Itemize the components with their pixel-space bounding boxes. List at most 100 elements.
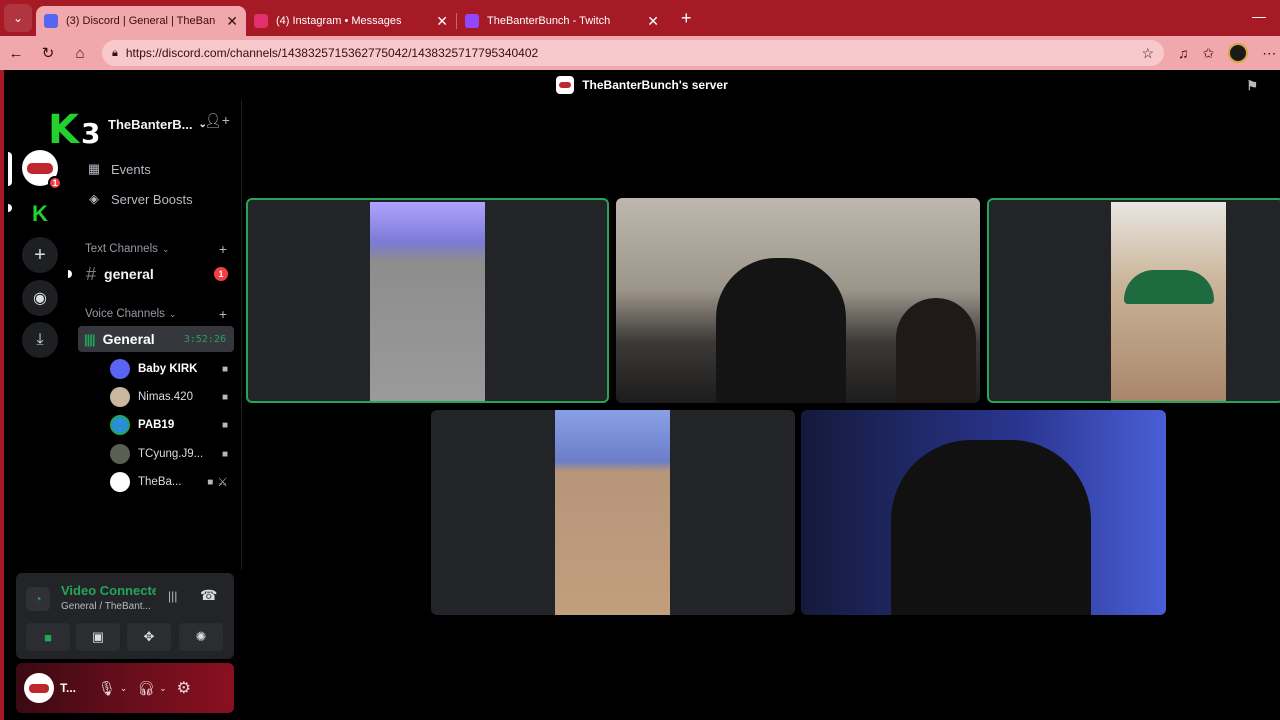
close-tab-icon[interactable]: ✕ xyxy=(226,13,238,30)
discover-compass-icon[interactable]: ◉ xyxy=(22,280,58,316)
close-tab-icon[interactable]: ✕ xyxy=(436,13,448,30)
connection-location[interactable]: General / TheBant... xyxy=(61,601,156,612)
browser-tab-discord[interactable]: (3) Discord | General | TheBan ✕ xyxy=(36,6,246,36)
server-icon xyxy=(556,76,575,94)
unread-badge: 1 xyxy=(214,267,228,281)
chevron-down-icon: ⌄ xyxy=(168,308,177,319)
video-tile[interactable] xyxy=(246,198,609,403)
add-server-icon[interactable]: + xyxy=(22,237,58,273)
voice-channel-general[interactable]: |||| General 3:52:26 xyxy=(78,326,234,352)
chevron-down-icon: ⌄ xyxy=(161,243,170,254)
member-name: TheBa... xyxy=(138,476,182,488)
video-feed xyxy=(896,298,976,403)
camera-icon: ■ xyxy=(221,391,228,403)
browser-tab-twitch[interactable]: TheBanterBunch - Twitch ✕ xyxy=(457,6,667,36)
video-tile[interactable] xyxy=(801,410,1166,615)
tab-actions-menu-button[interactable]: ⌄ xyxy=(4,4,32,32)
stream-overlay-logo: K3 xyxy=(48,107,101,153)
video-feed xyxy=(370,202,485,401)
camera-icon: ■ xyxy=(221,363,228,375)
username[interactable]: T... xyxy=(60,681,88,695)
server-icon-banterbunch[interactable]: 1 xyxy=(22,150,62,190)
close-tab-icon[interactable]: ✕ xyxy=(647,13,659,30)
voice-channels-category[interactable]: Voice Channels ⌄ + xyxy=(85,306,227,322)
avatar xyxy=(110,359,130,379)
twitch-favicon-icon xyxy=(465,14,479,28)
tab-title: TheBanterBunch - Twitch xyxy=(487,15,611,27)
chevron-down-icon[interactable]: ⌄ xyxy=(120,683,128,694)
server-name: TheBanterB... xyxy=(108,116,193,132)
browser-tab-strip: ⌄ (3) Discord | General | TheBan ✕ (4) I… xyxy=(0,0,1280,36)
avatar[interactable] xyxy=(24,673,54,703)
signal-icon[interactable]: ◔ xyxy=(26,587,50,611)
text-channels-category[interactable]: Text Channels ⌄ + xyxy=(85,241,227,257)
voice-activity-icon: |||| xyxy=(84,331,96,347)
tab-title: (4) Instagram • Messages xyxy=(276,15,402,27)
chevron-down-icon[interactable]: ⌄ xyxy=(159,683,167,694)
channel-topbar: TheBanterBunch's server ⚑ xyxy=(4,70,1280,100)
create-channel-icon[interactable]: + xyxy=(219,306,227,322)
connection-status[interactable]: Video Connected xyxy=(61,583,156,598)
disconnect-icon[interactable]: ☎ xyxy=(200,587,217,604)
voice-member[interactable]: Nimas.420 ■ xyxy=(110,385,228,409)
download-apps-icon[interactable]: ⤓ xyxy=(22,322,58,358)
back-button[interactable]: ← xyxy=(0,45,32,62)
video-tile[interactable] xyxy=(987,198,1280,403)
screen-share-button[interactable]: ▣ xyxy=(76,623,120,651)
video-tile[interactable] xyxy=(616,198,980,403)
events-link[interactable]: ▦ Events xyxy=(86,158,151,180)
events-label: Events xyxy=(111,161,151,177)
invite-people-icon[interactable]: 👤︎+ xyxy=(204,112,230,129)
server-logo-icon xyxy=(27,162,53,174)
voice-member[interactable]: Baby KIRK ■ xyxy=(110,357,228,381)
microphone-icon[interactable]: 🎙︎ xyxy=(98,680,116,697)
voice-connection-panel: ◔ Video Connected General / TheBant... |… xyxy=(16,573,234,659)
boosts-label: Server Boosts xyxy=(111,191,193,207)
call-timer: 3:52:26 xyxy=(183,333,226,345)
member-name: PAB19 xyxy=(138,419,175,431)
home-button[interactable]: ⌂ xyxy=(64,45,96,62)
lock-icon[interactable]: 🔒︎ xyxy=(112,47,118,60)
calendar-icon: ▦ xyxy=(87,161,101,176)
server-icon-k[interactable]: K xyxy=(22,196,58,232)
camera-toggle-button[interactable]: ■ xyxy=(26,623,70,651)
soundboard-button[interactable]: ✺ xyxy=(179,623,223,651)
minimize-window-button[interactable]: — xyxy=(1252,8,1266,24)
voice-member[interactable]: TheBa... ■ ⚔ xyxy=(110,470,228,494)
browser-tab-instagram[interactable]: (4) Instagram • Messages ✕ xyxy=(246,6,456,36)
noise-suppression-icon[interactable]: ||| xyxy=(168,589,177,603)
create-channel-icon[interactable]: + xyxy=(219,241,227,257)
kick-logo-icon: K xyxy=(32,201,48,226)
voice-member[interactable]: TCyung.J9... ■ xyxy=(110,442,228,466)
channel-general[interactable]: # general 1 xyxy=(82,261,232,287)
avatar xyxy=(110,472,130,492)
swords-icon: ⚔ xyxy=(217,475,228,489)
server-title: TheBanterBunch's server xyxy=(582,78,728,92)
reload-button[interactable]: ↻ xyxy=(32,44,64,62)
media-extension-icon[interactable]: ♫ xyxy=(1178,45,1189,61)
user-panel: T... 🎙︎ ⌄ 🎧︎ ⌄ ⚙ xyxy=(16,663,234,713)
settings-gear-icon[interactable]: ⚙ xyxy=(177,678,191,698)
unread-indicator xyxy=(68,270,72,278)
more-menu-icon[interactable]: ⋯ xyxy=(1262,45,1276,62)
activities-button[interactable]: ✥ xyxy=(127,623,171,651)
channel-sidebar: K3 TheBanterB... ⌄ 👤︎+ ▦ Events ◈ Server… xyxy=(48,100,242,570)
hash-icon: # xyxy=(86,263,97,284)
flag-icon[interactable]: ⚑ xyxy=(1246,78,1258,94)
video-feed xyxy=(555,410,670,615)
instagram-favicon-icon xyxy=(254,14,268,28)
favorite-star-icon[interactable]: ☆ xyxy=(1141,45,1154,62)
video-feed xyxy=(716,258,846,403)
unread-pill xyxy=(8,204,12,212)
profile-avatar[interactable] xyxy=(1228,43,1249,63)
voice-member[interactable]: PAB19 ■ xyxy=(110,413,228,437)
favorites-icon[interactable]: ✩ xyxy=(1203,45,1215,62)
selected-server-pill xyxy=(8,152,12,186)
headphones-icon[interactable]: 🎧︎ xyxy=(137,680,155,697)
avatar xyxy=(110,415,130,435)
address-bar[interactable]: 🔒︎ https://discord.com/channels/14383257… xyxy=(102,40,1164,66)
new-tab-button[interactable]: + xyxy=(681,8,692,29)
server-boosts-link[interactable]: ◈ Server Boosts xyxy=(86,188,193,210)
member-name: TCyung.J9... xyxy=(138,448,204,460)
video-tile[interactable] xyxy=(431,410,795,615)
